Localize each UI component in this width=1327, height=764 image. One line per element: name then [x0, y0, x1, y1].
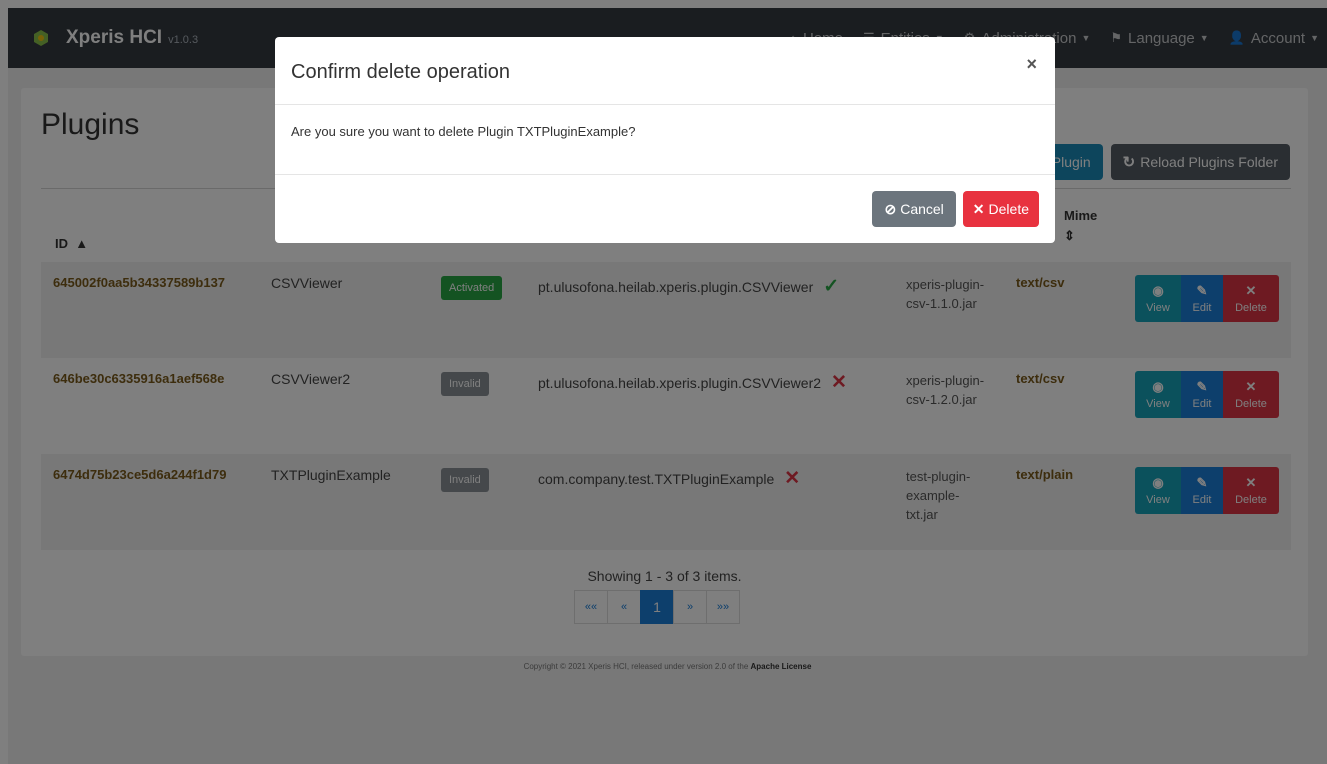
modal-message: Are you sure you want to delete Plugin T…: [291, 124, 636, 139]
delete-button[interactable]: ✕ Delete: [962, 191, 1039, 227]
modal-divider: [275, 104, 1055, 105]
delete-label: Delete: [988, 201, 1029, 217]
times-icon: ✕: [972, 200, 985, 217]
cancel-button[interactable]: ⊘ Cancel: [872, 191, 956, 227]
modal-divider: [275, 174, 1055, 175]
delete-confirm-modal: Confirm delete operation × Are you sure …: [275, 37, 1055, 243]
ban-icon: ⊘: [884, 200, 897, 217]
close-icon[interactable]: ×: [1026, 54, 1037, 75]
modal-actions: ⊘ Cancel ✕ Delete: [872, 191, 1039, 227]
modal-title: Confirm delete operation: [291, 61, 511, 83]
cancel-label: Cancel: [900, 201, 944, 217]
